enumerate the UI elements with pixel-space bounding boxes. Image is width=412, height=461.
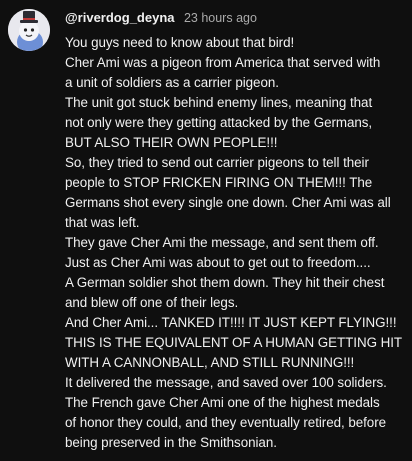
comment-line: THIS IS THE EQUIVALENT OF A HUMAN GETTIN…	[65, 335, 403, 350]
comment-thread: @riverdog_deyna 23 hours ago You guys ne…	[0, 0, 412, 461]
comment-line: of honor they could, and they eventually…	[65, 415, 387, 430]
author-name[interactable]: @riverdog_deyna	[65, 10, 175, 25]
comment-line: that was left.	[65, 215, 140, 230]
avatar[interactable]	[8, 9, 50, 51]
avatar-character-icon	[8, 9, 50, 51]
comment-line: Cher Ami was a pigeon from America that …	[65, 55, 381, 70]
comment-line: It delivered the message, and saved over…	[65, 375, 387, 390]
comment-line: WITH A CANNONBALL, AND STILL RUNNING!!!	[65, 355, 355, 370]
comment-line: Just as Cher Ami was about to get out to…	[65, 255, 371, 270]
comment-line: and blew off one of their legs.	[65, 295, 239, 310]
comment-line: a unit of soldiers as a carrier pigeon.	[65, 75, 279, 90]
comment-line: A German soldier shot them down. They hi…	[65, 275, 385, 290]
comment-line: not only were they getting attacked by t…	[65, 115, 373, 130]
comment-line: The unit got stuck behind enemy lines, m…	[65, 95, 373, 110]
comment-line: You guys need to know about that bird!	[65, 35, 295, 50]
comment-line: Germans shot every single one down. Cher…	[65, 195, 391, 210]
comment-line: BUT ALSO THEIR OWN PEOPLE!!!	[65, 135, 278, 150]
comment-line: So, they tried to send out carrier pigeo…	[65, 155, 369, 170]
comment-line: people to STOP FRICKEN FIRING ON THEM!!!…	[65, 175, 373, 190]
comment-timestamp[interactable]: 23 hours ago	[184, 11, 257, 25]
comment-header: @riverdog_deyna 23 hours ago	[65, 9, 257, 27]
comment-line: being preserved in the Smithsonian.	[65, 435, 277, 450]
comment-body: You guys need to know about that bird! C…	[65, 33, 408, 453]
comment-line: And Cher Ami... TANKED IT!!!! IT JUST KE…	[65, 315, 397, 330]
comment-line: The French gave Cher Ami one of the high…	[65, 395, 380, 410]
comment-line: They gave Cher Ami the message, and sent…	[65, 235, 379, 250]
